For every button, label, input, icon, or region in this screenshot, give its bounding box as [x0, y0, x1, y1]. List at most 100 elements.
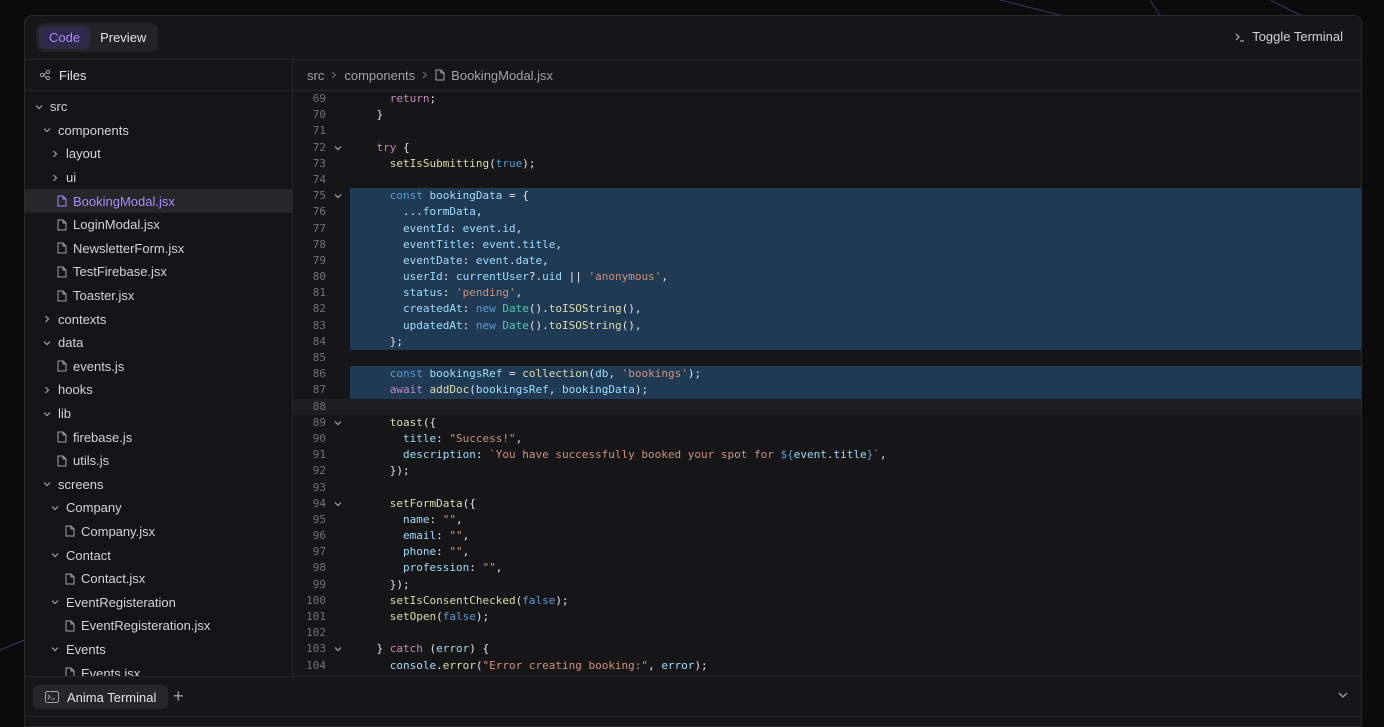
tree-folder[interactable]: EventRegisteration — [25, 590, 292, 614]
code-editor[interactable]: 69 return; 70 } 71 72 try {73 setIsSubmitti… — [293, 91, 1361, 676]
code-line[interactable]: 84 }; — [293, 333, 1361, 351]
code-line[interactable]: 75 const bookingData = { — [293, 188, 1361, 205]
code-line[interactable]: 98 profession: "", — [293, 560, 1361, 576]
tree-item-label: BookingModal.jsx — [73, 193, 175, 209]
tree-file[interactable]: NewsletterForm.jsx — [25, 237, 292, 261]
code-line[interactable]: 91 description: `You have successfully b… — [293, 447, 1361, 463]
breadcrumb-item[interactable]: BookingModal.jsx — [451, 68, 553, 83]
code-token: : — [462, 318, 476, 332]
fold-chevron-icon[interactable] — [333, 191, 343, 201]
code-line[interactable]: 94 setFormData({ — [293, 496, 1361, 512]
tree-folder[interactable]: Events — [25, 638, 292, 662]
tree-folder[interactable]: data — [25, 331, 292, 355]
tree-file[interactable]: events.js — [25, 355, 292, 379]
code-line[interactable]: 76 ...formData, — [293, 204, 1361, 221]
tree-folder[interactable]: ui — [25, 166, 292, 190]
code-line[interactable]: 104 console.error("Error creating bookin… — [293, 658, 1361, 674]
tree-file[interactable]: BookingModal.jsx — [25, 189, 292, 213]
tree-file[interactable]: EventRegisteration.jsx — [25, 614, 292, 638]
tree-folder[interactable]: Company — [25, 496, 292, 520]
code-line[interactable]: 79 eventDate: event.date, — [293, 252, 1361, 270]
code-line[interactable]: 69 return; — [293, 91, 1361, 107]
code-token: : — [475, 448, 490, 462]
fold-chevron-icon[interactable] — [333, 499, 343, 509]
tree-file[interactable]: TestFirebase.jsx — [25, 260, 292, 284]
code-line[interactable]: 74 — [293, 172, 1361, 188]
code-token: true — [495, 156, 523, 170]
fold-chevron-icon[interactable] — [333, 644, 343, 654]
code-token: 'pending' — [455, 286, 516, 300]
fold-chevron-icon[interactable] — [333, 143, 343, 153]
tree-folder[interactable]: contexts — [25, 307, 292, 331]
code-line[interactable]: 96 email: "", — [293, 528, 1361, 544]
tree-file[interactable]: firebase.js — [25, 425, 292, 449]
tree-folder[interactable]: screens — [25, 473, 292, 497]
code-line[interactable]: 72 try { — [293, 140, 1361, 156]
chevron-down-icon[interactable] — [1337, 689, 1349, 701]
tree-folder[interactable]: components — [25, 119, 292, 143]
code-line[interactable]: 89 toast({ — [293, 415, 1361, 431]
code-token: , — [515, 431, 523, 445]
line-number: 101 — [306, 610, 326, 623]
code-line[interactable]: 71 — [293, 123, 1361, 139]
code-line[interactable]: 95 name: "", — [293, 512, 1361, 528]
tree-file[interactable]: Company.jsx — [25, 520, 292, 544]
breadcrumb-item[interactable]: components — [344, 68, 415, 83]
code-line[interactable]: 97 phone: "", — [293, 544, 1361, 560]
code-token: setFormData — [389, 496, 463, 510]
code-token: title — [402, 431, 437, 445]
tree-file[interactable]: LoginModal.jsx — [25, 213, 292, 237]
tree-file[interactable]: Toaster.jsx — [25, 284, 292, 308]
code-line[interactable]: 70 } — [293, 107, 1361, 123]
tree-folder[interactable]: layout — [25, 142, 292, 166]
code-line[interactable]: 81 status: 'pending', — [293, 285, 1361, 302]
terminal-tab[interactable]: Anima Terminal — [33, 685, 169, 709]
code-line[interactable]: 102 — [293, 625, 1361, 641]
code-token: `You have successfully booked your spot … — [489, 448, 781, 462]
plus-icon[interactable]: + — [173, 686, 184, 706]
code-line[interactable]: 86 const bookingsRef = collection(db, 'b… — [293, 366, 1361, 383]
line-number: 99 — [312, 577, 326, 591]
code-token: }; — [350, 334, 403, 348]
code-line[interactable]: 103 } catch (error) { — [293, 641, 1361, 657]
code-line[interactable]: 73 setIsSubmitting(true); — [293, 156, 1361, 172]
tab-code[interactable]: Code — [39, 26, 91, 49]
code-text: createdAt: new Date().toISOString(), — [350, 301, 1361, 318]
code-token: ( — [489, 156, 496, 170]
tree-folder[interactable]: Contact — [25, 543, 292, 567]
tree-folder[interactable]: lib — [25, 402, 292, 426]
fold-chevron-icon[interactable] — [333, 418, 343, 428]
code-line[interactable]: 88 — [293, 398, 1361, 415]
code-line[interactable]: 87 await addDoc(bookingsRef, bookingData… — [293, 382, 1361, 399]
tree-folder[interactable]: src — [25, 95, 292, 119]
code-line[interactable]: 92 }); — [293, 463, 1361, 479]
code-line[interactable]: 80 userId: currentUser?.uid || 'anonymou… — [293, 269, 1361, 286]
code-token: try — [376, 140, 397, 154]
code-line[interactable]: 77 eventId: event.id, — [293, 220, 1361, 237]
code-line[interactable]: 85 — [293, 350, 1361, 366]
code-line[interactable]: 101 setOpen(false); — [293, 609, 1361, 625]
code-line[interactable]: 100 setIsConsentChecked(false); — [293, 593, 1361, 609]
file-icon — [65, 667, 75, 676]
breadcrumb-item[interactable]: src — [307, 68, 324, 83]
tab-preview[interactable]: Preview — [90, 26, 156, 49]
code-line[interactable]: 99 }); — [293, 577, 1361, 593]
code-line[interactable]: 78 eventTitle: event.title, — [293, 236, 1361, 253]
toggle-terminal-button[interactable]: Toggle Terminal — [1234, 29, 1343, 44]
code-line[interactable]: 93 — [293, 480, 1361, 496]
code-line[interactable]: 82 createdAt: new Date().toISOString(), — [293, 301, 1361, 318]
tree-file[interactable]: Contact.jsx — [25, 567, 292, 591]
line-number: 86 — [312, 367, 326, 381]
code-line[interactable]: 83 updatedAt: new Date().toISOString(), — [293, 317, 1361, 334]
tree-file[interactable]: Events.jsx — [25, 661, 292, 676]
tree-folder[interactable]: hooks — [25, 378, 292, 402]
tree-file[interactable]: utils.js — [25, 449, 292, 473]
code-line[interactable]: 90 title: "Success!", — [293, 431, 1361, 447]
tree-item-label: Events.jsx — [81, 665, 141, 676]
